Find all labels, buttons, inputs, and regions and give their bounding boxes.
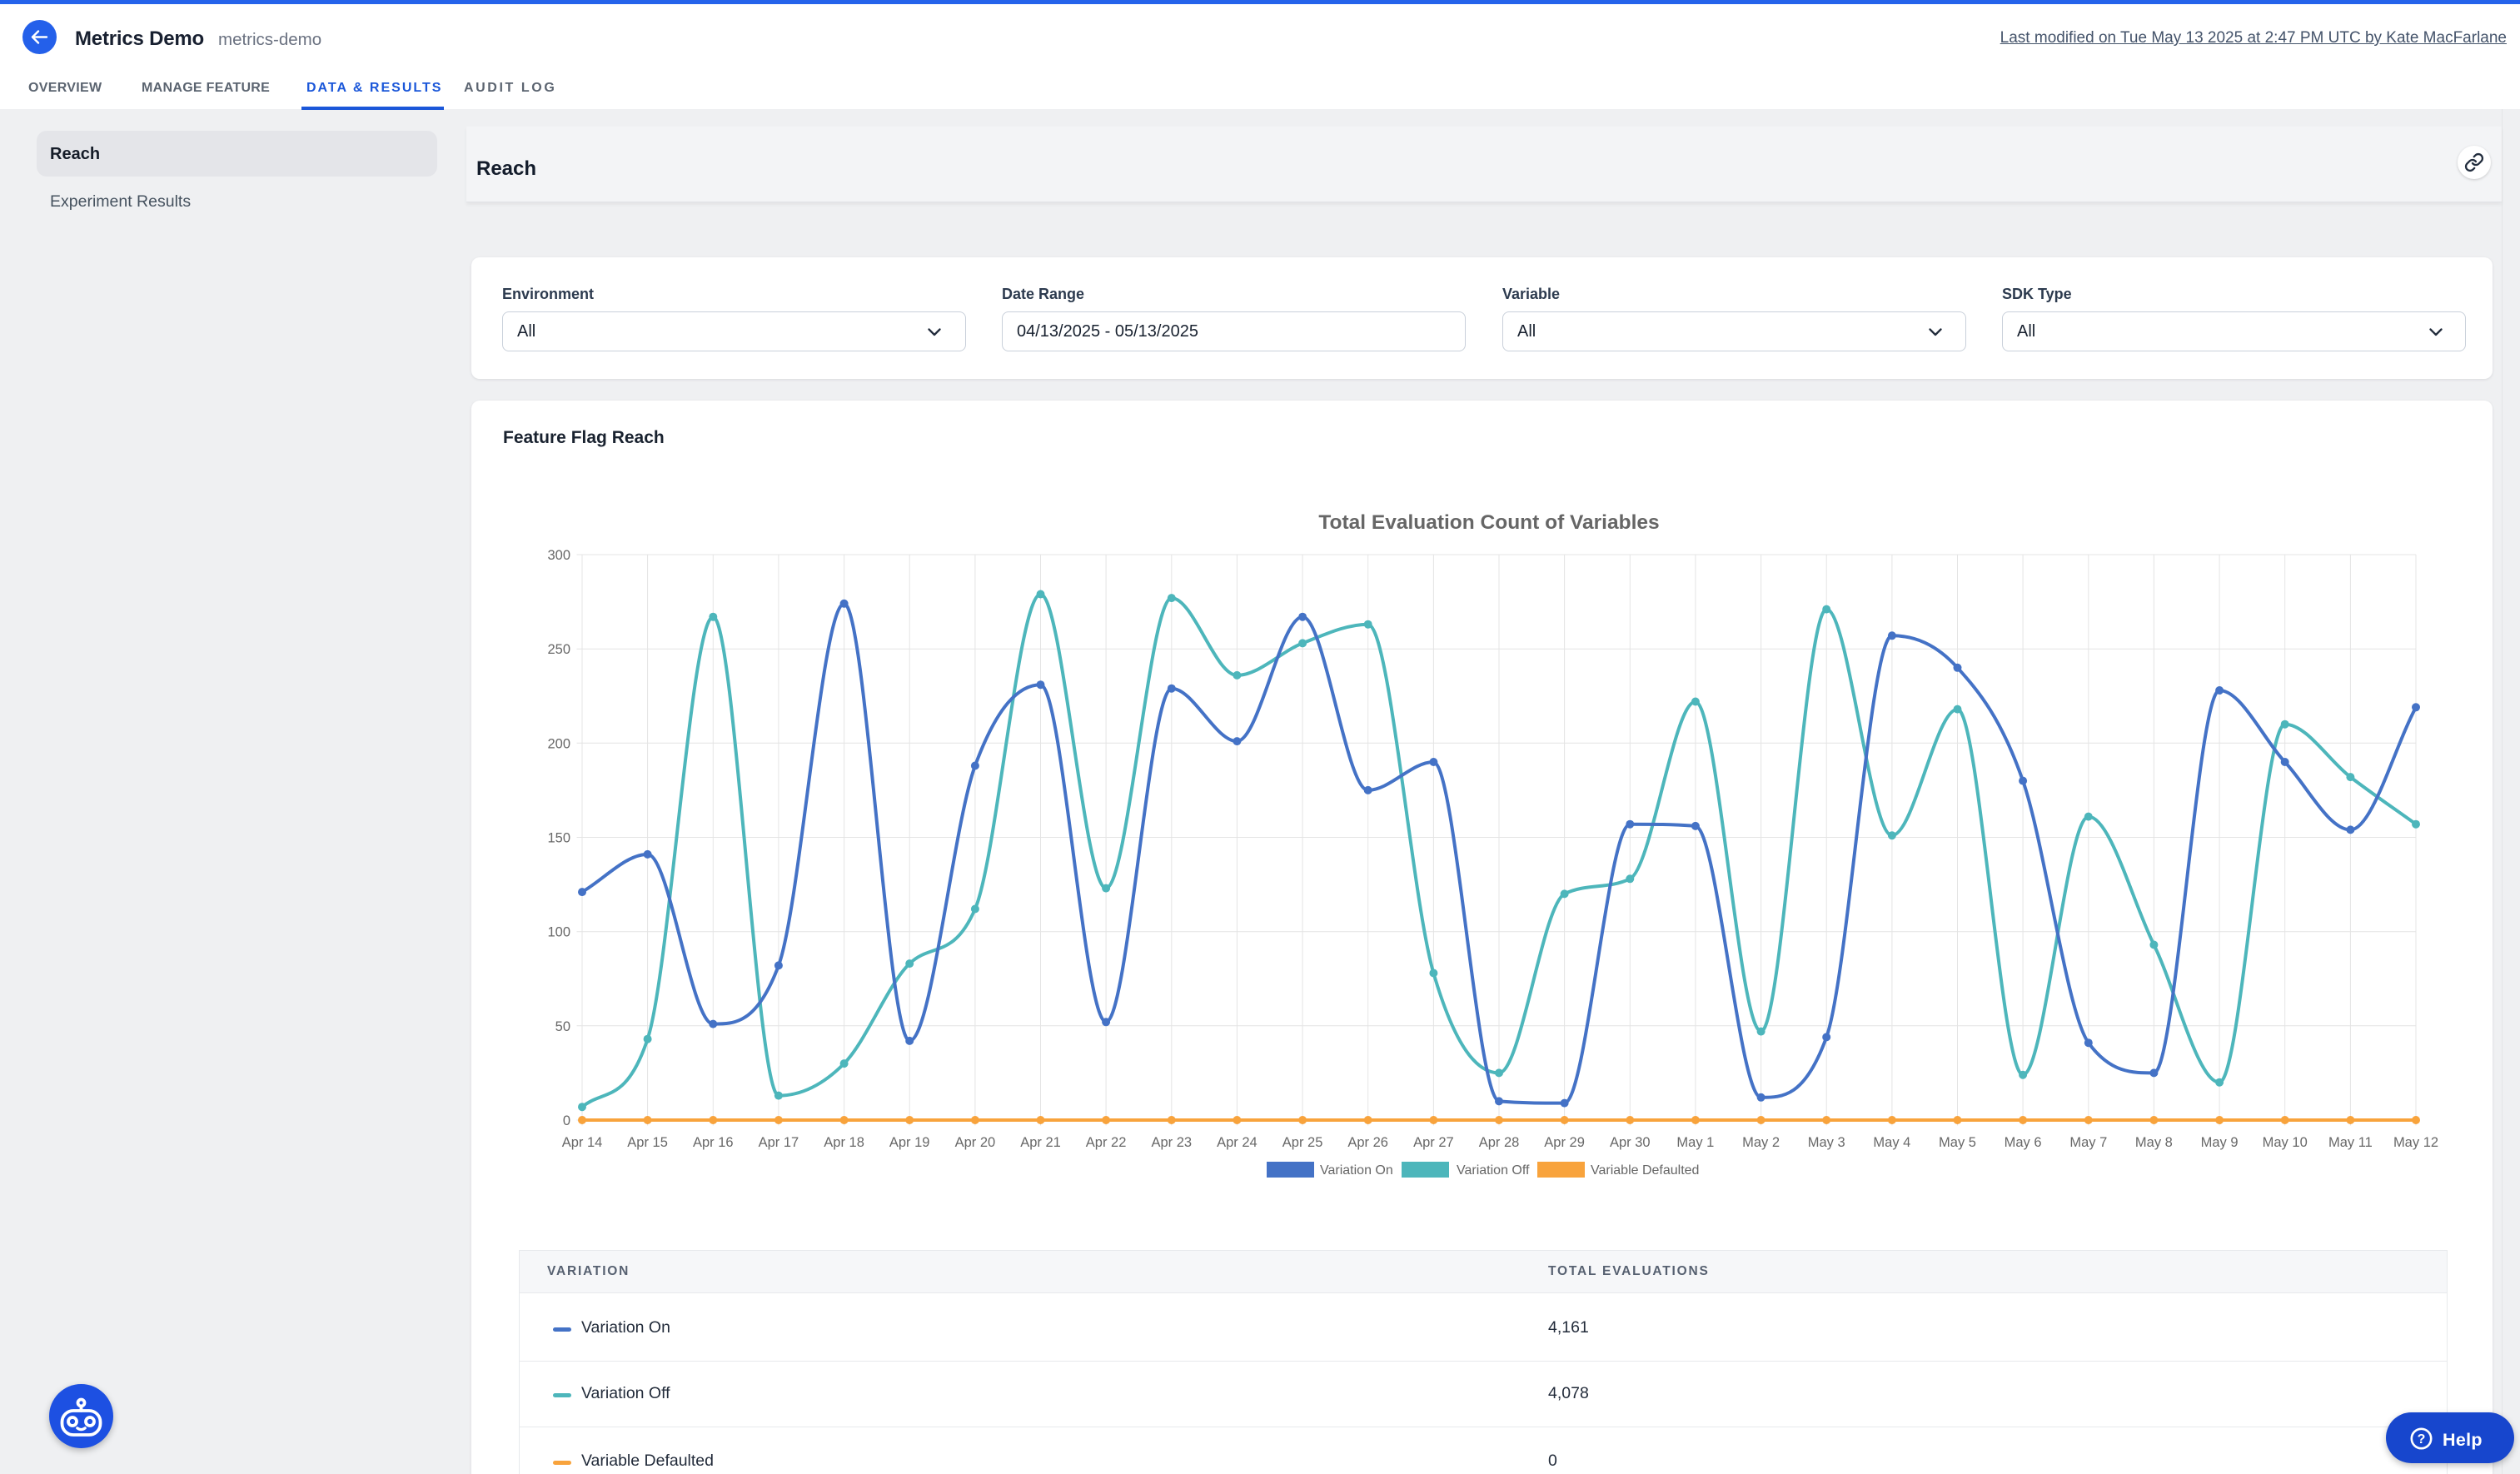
svg-text:Apr 25: Apr 25	[1282, 1135, 1323, 1150]
svg-text:Apr 14: Apr 14	[562, 1135, 603, 1150]
svg-text:Apr 27: Apr 27	[1413, 1135, 1454, 1150]
svg-text:Apr 22: Apr 22	[1086, 1135, 1127, 1150]
svg-text:Apr 21: Apr 21	[1020, 1135, 1061, 1150]
svg-text:250: 250	[547, 642, 570, 657]
svg-text:Apr 30: Apr 30	[1610, 1135, 1651, 1150]
svg-text:May 1: May 1	[1676, 1135, 1714, 1150]
svg-text:Apr 26: Apr 26	[1347, 1135, 1388, 1150]
svg-text:Apr 16: Apr 16	[693, 1135, 734, 1150]
svg-text:Apr 29: Apr 29	[1544, 1135, 1585, 1150]
svg-text:0: 0	[563, 1113, 570, 1128]
svg-text:May 9: May 9	[2201, 1135, 2239, 1150]
svg-text:Apr 19: Apr 19	[889, 1135, 930, 1150]
svg-text:Apr 20: Apr 20	[955, 1135, 996, 1150]
svg-text:Apr 15: Apr 15	[627, 1135, 668, 1150]
svg-text:Apr 28: Apr 28	[1479, 1135, 1520, 1150]
svg-text:May 10: May 10	[2263, 1135, 2308, 1150]
svg-text:May 7: May 7	[2069, 1135, 2107, 1150]
svg-text:May 8: May 8	[2135, 1135, 2173, 1150]
svg-text:May 11: May 11	[2328, 1135, 2373, 1150]
svg-text:Apr 18: Apr 18	[824, 1135, 864, 1150]
svg-text:May 5: May 5	[1939, 1135, 1976, 1150]
svg-text:May 12: May 12	[2393, 1135, 2438, 1150]
svg-text:100: 100	[547, 925, 570, 940]
svg-text:Apr 24: Apr 24	[1217, 1135, 1258, 1150]
svg-text:200: 200	[547, 736, 570, 751]
svg-text:50: 50	[555, 1019, 570, 1034]
svg-text:May 2: May 2	[1742, 1135, 1780, 1150]
svg-text:May 4: May 4	[1873, 1135, 1910, 1150]
svg-text:Apr 17: Apr 17	[759, 1135, 799, 1150]
svg-text:May 6: May 6	[2005, 1135, 2042, 1150]
svg-text:?: ?	[2418, 1432, 2426, 1447]
svg-text:May 3: May 3	[1808, 1135, 1845, 1150]
svg-text:Apr 23: Apr 23	[1151, 1135, 1192, 1150]
svg-text:150: 150	[547, 831, 570, 846]
svg-text:300: 300	[547, 548, 570, 563]
